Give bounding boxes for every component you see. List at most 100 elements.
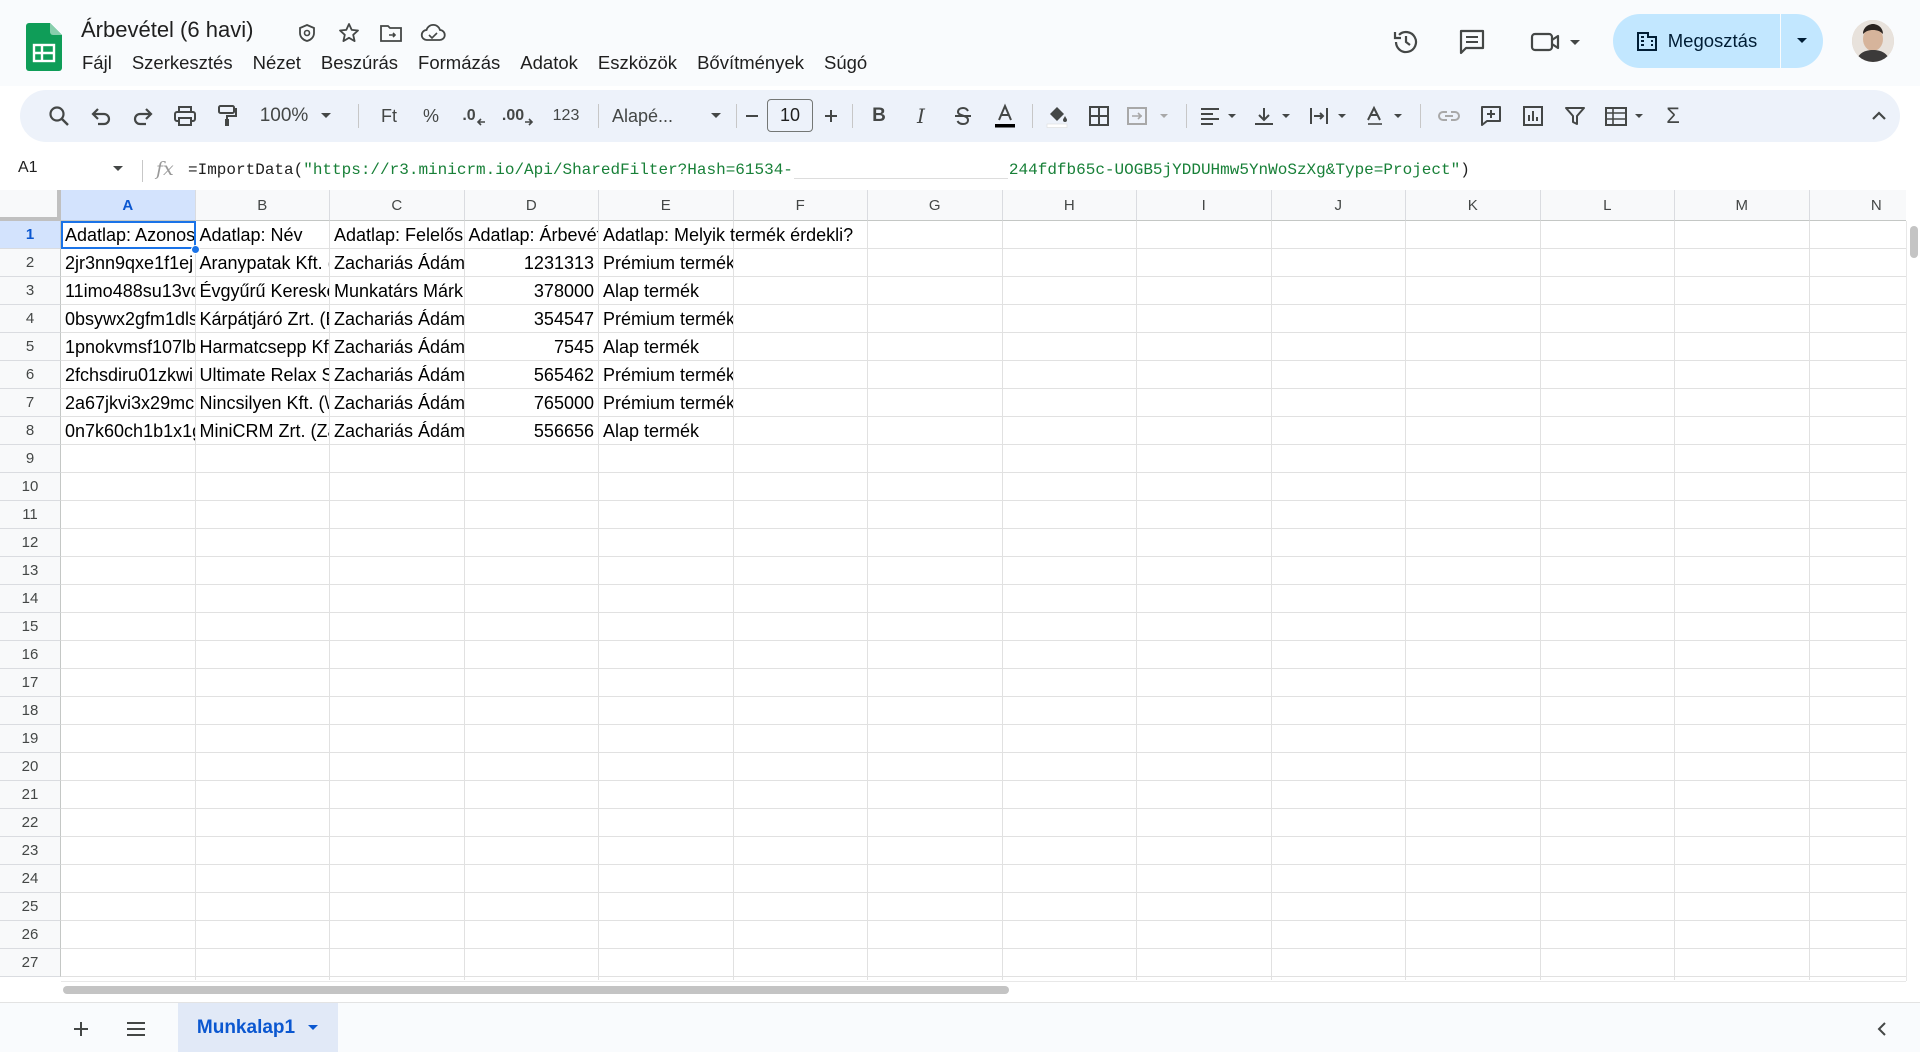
column-header-l[interactable]: L [1540,190,1675,221]
cell-d7[interactable]: 765000 [465,389,599,417]
star-icon[interactable] [336,20,362,46]
text-rotation-icon[interactable] [1362,98,1412,134]
cell-d3[interactable]: 378000 [465,277,599,305]
select-all-corner[interactable] [0,190,61,221]
menu-edit[interactable]: Szerkesztés [122,50,243,76]
redo-icon[interactable] [126,98,160,134]
row-header-6[interactable]: 6 [0,361,61,389]
user-avatar[interactable] [1852,20,1894,62]
cell-c2[interactable]: Zachariás Ádám [330,249,464,277]
column-header-d[interactable]: D [464,190,599,221]
cell-c7[interactable]: Zachariás Ádám [330,389,464,417]
menu-tools[interactable]: Eszközök [588,50,687,76]
cell-d2[interactable]: 1231313 [465,249,599,277]
all-sheets-menu-icon[interactable] [120,1013,152,1045]
row-header-14[interactable]: 14 [0,585,61,613]
cell-a4[interactable]: 0bsywx2gfm1dls [61,305,195,333]
fill-color-icon[interactable] [1040,98,1074,134]
merge-cells-icon[interactable] [1122,98,1178,134]
cell-c4[interactable]: Zachariás Ádám [330,305,464,333]
cell-b4[interactable]: Kárpátjáró Zrt. (E [196,305,330,333]
cell-a8[interactable]: 0n7k60ch1b1x1g [61,417,195,445]
security-badge-icon[interactable] [294,20,320,46]
share-button[interactable]: Megosztás [1613,14,1780,68]
cell-e8[interactable]: Alap termék [599,417,733,445]
text-color-icon[interactable] [988,98,1022,134]
row-header-3[interactable]: 3 [0,277,61,305]
format-currency-button[interactable]: Ft [372,98,406,134]
horizontal-scrollbar[interactable] [61,981,1906,997]
menu-format[interactable]: Formázás [408,50,510,76]
row-header-11[interactable]: 11 [0,501,61,529]
fill-handle[interactable] [190,245,200,254]
cell-a3[interactable]: 11imo488su13vc [61,277,195,305]
column-header-m[interactable]: M [1675,190,1810,221]
cell-a7[interactable]: 2a67jkvi3x29mc [61,389,195,417]
column-header-f[interactable]: F [733,190,868,221]
row-header-17[interactable]: 17 [0,669,61,697]
cell-c5[interactable]: Zachariás Ádám [330,333,464,361]
row-header-19[interactable]: 19 [0,725,61,753]
row-header-27[interactable]: 27 [0,949,61,977]
row-header-22[interactable]: 22 [0,809,61,837]
menu-insert[interactable]: Beszúrás [311,50,408,76]
hide-menus-chevron-up-icon[interactable] [1864,98,1894,134]
row-header-23[interactable]: 23 [0,837,61,865]
row-header-10[interactable]: 10 [0,473,61,501]
zoom-select[interactable]: 100% [256,98,336,134]
format-percent-button[interactable]: % [414,98,448,134]
insert-link-icon[interactable] [1432,98,1466,134]
column-header-h[interactable]: H [1002,190,1137,221]
cell-d4[interactable]: 354547 [465,305,599,333]
cell-b3[interactable]: Évgyűrű Kereske [196,277,330,305]
meet-call-icon[interactable] [1526,22,1586,62]
search-menus-icon[interactable] [42,98,76,134]
cell-c6[interactable]: Zachariás Ádám [330,361,464,389]
column-header-e[interactable]: E [599,190,734,221]
vertical-scrollbar[interactable] [1906,221,1920,981]
row-header-12[interactable]: 12 [0,529,61,557]
row-header-9[interactable]: 9 [0,445,61,473]
document-title[interactable]: Árbevétel (6 havi) [81,17,253,43]
cell-d5[interactable]: 7545 [465,333,599,361]
menu-extensions[interactable]: Bővítmények [687,50,814,76]
filter-icon[interactable] [1558,98,1592,134]
cell-b1[interactable]: Adatlap: Név [196,221,330,249]
row-header-5[interactable]: 5 [0,333,61,361]
cell-b2[interactable]: Aranypatak Kft. ( [196,249,330,277]
row-header-4[interactable]: 4 [0,305,61,333]
sheet-tab-munkalap1[interactable]: Munkalap1 [178,1003,338,1052]
share-dropdown-button[interactable] [1781,14,1823,68]
formula-input[interactable]: =ImportData("https://r3.minicrm.io/Api/S… [188,161,1470,179]
row-header-24[interactable]: 24 [0,865,61,893]
text-wrapping-icon[interactable] [1306,98,1356,134]
decrease-decimal-button[interactable]: .0 [454,98,494,134]
menu-data[interactable]: Adatok [510,50,588,76]
cell-d1[interactable]: Adatlap: Árbevét [465,221,599,249]
increase-decimal-button[interactable]: .00 [496,98,540,134]
functions-icon[interactable]: Σ [1656,98,1690,134]
move-folder-icon[interactable] [378,20,404,46]
cell-e3[interactable]: Alap termék [599,277,733,305]
menu-view[interactable]: Nézet [243,50,311,76]
row-header-2[interactable]: 2 [0,249,61,277]
font-size-input[interactable]: 10 [767,99,813,132]
cell-a2[interactable]: 2jr3nn9qxe1f1ej [61,249,195,277]
name-box[interactable]: A1 [18,159,38,177]
row-header-18[interactable]: 18 [0,697,61,725]
cell-e2[interactable]: Prémium termék [599,249,733,277]
cell-c8[interactable]: Zachariás Ádám [330,417,464,445]
column-header-n[interactable]: N [1809,190,1906,221]
menu-file[interactable]: Fájl [72,50,122,76]
insert-chart-icon[interactable] [1516,98,1550,134]
cell-d6[interactable]: 565462 [465,361,599,389]
paint-format-icon[interactable] [210,98,244,134]
row-header-1[interactable]: 1 [0,221,61,249]
horizontal-scroll-thumb[interactable] [63,986,1009,994]
vertical-scroll-thumb[interactable] [1910,226,1918,258]
borders-icon[interactable] [1082,98,1116,134]
cell-c3[interactable]: Munkatárs Márk [330,277,464,305]
menu-help[interactable]: Súgó [814,50,877,76]
cell-e5[interactable]: Alap termék [599,333,733,361]
chevron-down-icon[interactable] [112,165,124,173]
